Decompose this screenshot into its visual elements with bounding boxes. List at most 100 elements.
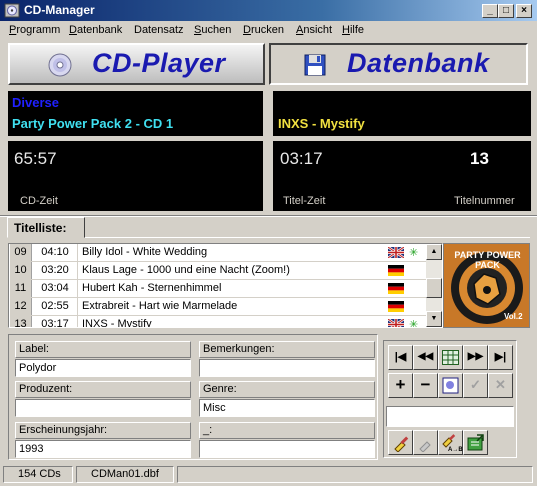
artist-text: Diverse	[12, 95, 59, 110]
floppy-disk-icon	[304, 54, 326, 76]
edit-form-icon	[442, 377, 459, 394]
scroll-down-button[interactable]: ▼	[426, 311, 442, 327]
cd-app-icon	[4, 3, 20, 18]
copy-ab-button[interactable]: A→B	[438, 430, 463, 455]
menu-bar: Programm Datenbank Datensatz Suchen Druc…	[0, 21, 537, 40]
track-list[interactable]: 09 04:10 Billy Idol - White Wedding ✳ 10…	[8, 243, 443, 328]
track-number-value: 13	[470, 149, 489, 168]
menu-suchen[interactable]: Suchen	[194, 24, 231, 36]
minimize-button[interactable]: _	[482, 4, 498, 18]
track-number-cell: 09	[10, 244, 32, 261]
track-time-cell: 03:04	[33, 280, 78, 297]
menu-ansicht[interactable]: Ansicht	[296, 24, 332, 36]
confirm-button[interactable]: ✓	[463, 373, 488, 398]
table-row[interactable]: 12 02:55 Extrabreit - Hart wie Marmelade	[10, 298, 426, 316]
menu-programm[interactable]: Programm	[9, 24, 60, 36]
producer-caption: Produzent:	[15, 381, 191, 398]
datenbank-label: Datenbank	[347, 48, 490, 78]
database-file-status: CDMan01.dbf	[76, 466, 174, 483]
extra-field[interactable]	[199, 440, 375, 458]
track-time-cell: 03:20	[33, 262, 78, 279]
track-time-cell: 02:55	[33, 298, 78, 315]
year-field[interactable]: 1993	[15, 440, 191, 458]
edit-record-button[interactable]	[438, 373, 463, 398]
label-field[interactable]: Polydor	[15, 359, 191, 377]
track-number-cell: 13	[10, 316, 32, 327]
title-time-value: 03:17	[280, 149, 323, 168]
german-flag-icon	[388, 301, 404, 312]
cd-time-panel: 65:57 CD-Zeit	[8, 141, 263, 211]
status-bar: 154 CDs CDMan01.dbf	[0, 463, 537, 486]
year-caption: Erscheinungsjahr:	[15, 422, 191, 439]
grid-view-button[interactable]	[438, 345, 463, 370]
cd-count-status: 154 CDs	[3, 466, 73, 483]
cover-title-text: PARTY POWER PACK	[454, 250, 521, 270]
cancel-edit-button[interactable]: ✕	[488, 373, 513, 398]
track-info-panel: INXS - Mystify	[273, 91, 531, 136]
album-info-panel: Diverse Party Power Pack 2 - CD 1	[8, 91, 263, 136]
title-time-panel: 03:17 13 Titel-Zeit Titelnummer	[273, 141, 531, 211]
vertical-scrollbar[interactable]: ▲ ▼	[426, 244, 442, 327]
cd-details-panel: Label: Polydor Bemerkungen: Produzent: G…	[8, 334, 378, 460]
previous-record-button[interactable]: ◀◀	[413, 345, 438, 370]
maximize-button[interactable]: □	[498, 4, 514, 18]
album-cover-image: PARTY POWER PACK Vol.2	[443, 243, 530, 328]
track-number-label: Titelnummer	[454, 195, 515, 207]
export-sheet-icon	[467, 434, 484, 451]
cd-time-value: 65:57	[14, 149, 57, 168]
track-time-cell: 03:17	[33, 316, 78, 327]
close-button[interactable]: ×	[516, 4, 532, 18]
brush-disabled-icon	[418, 441, 431, 453]
favorite-star-icon: ✳	[409, 247, 419, 259]
track-time-cell: 04:10	[33, 244, 78, 261]
export-button[interactable]	[463, 430, 488, 455]
table-row[interactable]: 13 03:17 INXS - Mystify ✳	[10, 316, 426, 328]
uk-flag-icon	[388, 319, 404, 327]
clear-selection-button[interactable]	[413, 430, 438, 455]
german-flag-icon	[388, 265, 404, 276]
cover-vol-text: Vol.2	[504, 312, 523, 321]
cd-player-mode-button[interactable]: CD-Player	[8, 43, 265, 85]
producer-field[interactable]	[15, 399, 191, 417]
german-flag-icon	[388, 283, 404, 294]
uk-flag-icon	[388, 247, 404, 258]
table-row[interactable]: 10 03:20 Klaus Lage - 1000 und eine Nach…	[10, 262, 426, 280]
track-title-cell: INXS - Mystify	[82, 318, 152, 328]
title-time-label: Titel-Zeit	[283, 195, 326, 207]
track-title-cell: Extrabreit - Hart wie Marmelade	[82, 300, 238, 312]
table-row[interactable]: 09 04:10 Billy Idol - White Wedding ✳	[10, 244, 426, 262]
menu-datenbank[interactable]: Datenbank	[69, 24, 122, 36]
menu-drucken[interactable]: Drucken	[243, 24, 284, 36]
delete-record-button[interactable]: −	[413, 373, 438, 398]
cd-player-label: CD-Player	[92, 48, 226, 78]
first-record-button[interactable]: |◀	[388, 345, 413, 370]
album-text: Party Power Pack 2 - CD 1	[12, 116, 174, 131]
table-row[interactable]: 11 03:04 Hubert Kah - Sternenhimmel	[10, 280, 426, 298]
table-grid-icon	[442, 350, 459, 365]
tab-titelliste-label: Titelliste:	[14, 221, 67, 235]
brush-icon	[393, 436, 408, 453]
track-number-cell: 12	[10, 298, 32, 315]
add-record-button[interactable]: +	[388, 373, 413, 398]
genre-field[interactable]: Misc	[199, 399, 375, 417]
quick-search-field[interactable]	[386, 406, 514, 427]
last-record-button[interactable]: ▶|	[488, 345, 513, 370]
favorite-star-icon: ✳	[409, 319, 419, 328]
navigation-toolbar: |◀ ◀◀ ▶▶ ▶| + − ✓ ✕ A→B	[383, 340, 517, 458]
track-title-cell: Hubert Kah - Sternenhimmel	[82, 282, 222, 294]
title-bar: CD-Manager _ □ ×	[0, 0, 537, 21]
remarks-field[interactable]	[199, 359, 375, 377]
scroll-up-button[interactable]: ▲	[426, 244, 442, 260]
ab-label: A→B	[448, 447, 463, 453]
tab-titelliste[interactable]: Titelliste:	[7, 217, 85, 238]
next-record-button[interactable]: ▶▶	[463, 345, 488, 370]
clear-button[interactable]	[388, 430, 413, 455]
status-message	[177, 466, 533, 483]
scroll-thumb[interactable]	[426, 278, 442, 298]
tab-baseline	[85, 237, 530, 238]
menu-datensatz[interactable]: Datensatz	[134, 24, 184, 36]
menu-hilfe[interactable]: Hilfe	[342, 24, 364, 36]
datenbank-mode-button[interactable]: Datenbank	[269, 43, 528, 85]
extra-caption: _:	[199, 422, 375, 439]
track-title-cell: Klaus Lage - 1000 und eine Nacht (Zoom!)	[82, 264, 290, 276]
